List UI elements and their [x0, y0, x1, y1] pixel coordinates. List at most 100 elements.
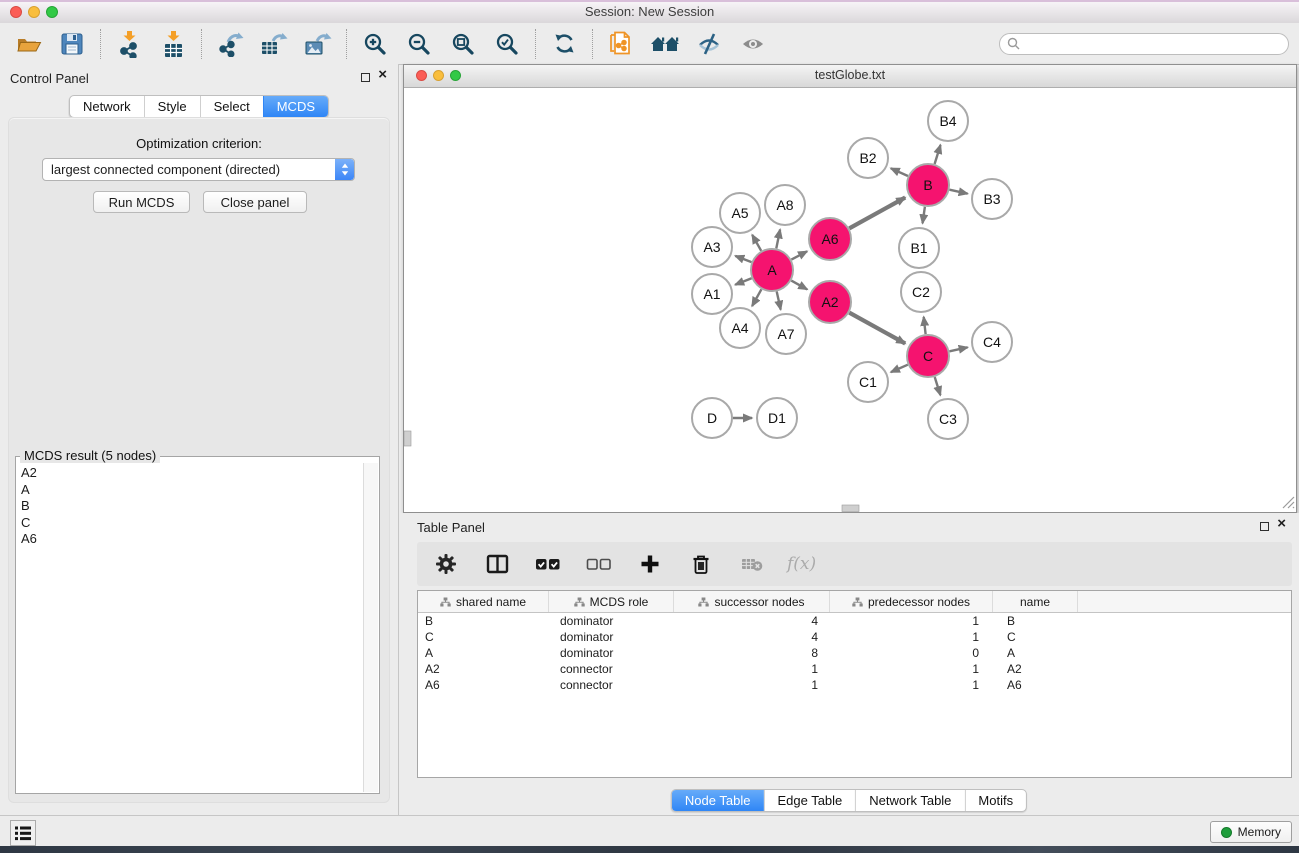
tab-network-table[interactable]: Network Table — [855, 790, 964, 811]
tab-style[interactable]: Style — [144, 96, 200, 117]
close-panel-icon[interactable]: × — [378, 67, 387, 83]
edge-A-to-A7[interactable] — [777, 292, 781, 310]
edge-A2-to-C[interactable] — [849, 313, 905, 344]
table-row[interactable]: A6connector11A6 — [418, 677, 1291, 693]
zoom-fit-button[interactable] — [447, 28, 479, 60]
horizontal-scrollbar-thumb[interactable] — [842, 505, 859, 512]
close-table-panel-icon[interactable]: × — [1277, 516, 1286, 532]
tab-select[interactable]: Select — [200, 96, 263, 117]
edge-A-to-A3[interactable] — [735, 256, 751, 262]
hide-selected-button[interactable] — [693, 28, 725, 60]
show-all-button[interactable] — [737, 28, 769, 60]
edge-A6-to-B[interactable] — [849, 198, 905, 229]
mcds-result-item[interactable]: A2 — [18, 465, 361, 482]
table-row[interactable]: A2connector11A2 — [418, 661, 1291, 677]
table-cell: dominator — [549, 646, 674, 660]
table-cell: 8 — [674, 646, 830, 660]
mcds-result-item[interactable]: B — [18, 498, 361, 515]
table-cell: 1 — [830, 614, 993, 628]
zoom-out-button[interactable] — [403, 28, 435, 60]
float-panel-icon[interactable] — [361, 73, 370, 82]
column-header-predecessor-nodes[interactable]: predecessor nodes — [830, 591, 993, 612]
zoom-selected-button[interactable] — [491, 28, 523, 60]
tab-mcds[interactable]: MCDS — [263, 96, 328, 117]
maximize-window-button[interactable] — [46, 6, 58, 18]
memory-button[interactable]: Memory — [1210, 821, 1292, 843]
edge-A-to-A4[interactable] — [752, 289, 761, 306]
save-session-button[interactable] — [56, 28, 88, 60]
new-network-from-selection-button[interactable] — [605, 28, 637, 60]
edge-B-to-B1[interactable] — [923, 207, 925, 224]
close-window-button[interactable] — [10, 6, 22, 18]
delete-row-button[interactable] — [685, 548, 717, 580]
search-input[interactable] — [1024, 36, 1281, 52]
tab-node-table[interactable]: Node Table — [672, 790, 764, 811]
table-row[interactable]: Bdominator41B — [418, 613, 1291, 629]
window-titlebar: Session: New Session — [0, 0, 1299, 25]
table-cell: connector — [549, 678, 674, 692]
import-table-button[interactable] — [157, 28, 189, 60]
edge-C-to-C2[interactable] — [924, 317, 926, 334]
zoom-in-button[interactable] — [359, 28, 391, 60]
import-network-button[interactable] — [113, 28, 145, 60]
result-scrollbar[interactable] — [363, 463, 378, 792]
node-label-B4: B4 — [939, 113, 956, 129]
column-header-shared-name[interactable]: shared name — [418, 591, 549, 612]
deselect-all-button[interactable] — [583, 548, 615, 580]
column-header-name[interactable]: name — [993, 591, 1078, 612]
task-history-button[interactable] — [10, 820, 36, 846]
mcds-result-item[interactable]: A — [18, 482, 361, 499]
search-icon — [1007, 37, 1020, 50]
edge-B-to-B4[interactable] — [935, 145, 941, 164]
column-header-mcds-role[interactable]: MCDS role — [549, 591, 674, 612]
select-all-button[interactable] — [532, 548, 564, 580]
export-network-button[interactable] — [214, 28, 246, 60]
minimize-window-button[interactable] — [28, 6, 40, 18]
run-mcds-button[interactable]: Run MCDS — [93, 191, 190, 213]
float-table-panel-icon[interactable] — [1260, 522, 1269, 531]
tab-motifs[interactable]: Motifs — [964, 790, 1026, 811]
table-settings-button[interactable] — [430, 548, 462, 580]
edge-A-to-A1[interactable] — [735, 278, 751, 285]
first-neighbors-button[interactable] — [649, 28, 681, 60]
maximize-network-button[interactable] — [450, 70, 461, 81]
resize-grip-icon[interactable] — [1283, 497, 1294, 508]
node-table: shared nameMCDS rolesuccessor nodesprede… — [417, 590, 1292, 778]
column-header-successor-nodes[interactable]: successor nodes — [674, 591, 830, 612]
delete-table-button[interactable] — [736, 548, 768, 580]
columns-icon — [486, 553, 509, 575]
edge-A-to-A2[interactable] — [791, 281, 807, 290]
export-table-button[interactable] — [258, 28, 290, 60]
edge-B-to-B2[interactable] — [891, 168, 908, 176]
table-row[interactable]: Cdominator41C — [418, 629, 1291, 645]
node-label-A1: A1 — [703, 286, 720, 302]
close-network-button[interactable] — [416, 70, 427, 81]
mcds-result-item[interactable]: A6 — [18, 531, 361, 548]
application-window: Session: New Session — [0, 0, 1299, 853]
edge-C-to-C3[interactable] — [935, 377, 941, 395]
edge-A-to-A6[interactable] — [791, 251, 807, 259]
search-field[interactable] — [999, 33, 1289, 55]
edge-C-to-C4[interactable] — [950, 347, 968, 351]
open-session-button[interactable] — [12, 28, 44, 60]
tab-network[interactable]: Network — [70, 96, 144, 117]
close-panel-button[interactable]: Close panel — [203, 191, 307, 213]
criterion-dropdown[interactable]: largest connected component (directed) — [42, 158, 355, 181]
table-row[interactable]: Adominator80A — [418, 645, 1291, 661]
node-label-B2: B2 — [859, 150, 876, 166]
tab-edge-table[interactable]: Edge Table — [763, 790, 855, 811]
edge-A-to-A5[interactable] — [752, 235, 761, 251]
network-canvas[interactable]: B4B2BB3A8A5A6A3B1AA1C2A2A4A7C4CC1DD1C3 — [404, 88, 1296, 512]
mcds-result-item[interactable]: C — [18, 515, 361, 532]
edge-B-to-B3[interactable] — [950, 190, 968, 194]
vertical-scrollbar-thumb[interactable] — [404, 431, 411, 446]
zoom-selected-icon — [495, 32, 519, 56]
export-image-button[interactable] — [302, 28, 334, 60]
refresh-button[interactable] — [548, 28, 580, 60]
minimize-network-button[interactable] — [433, 70, 444, 81]
function-builder-button[interactable]: f(x) — [787, 554, 816, 574]
show-columns-button[interactable] — [481, 548, 513, 580]
add-row-button[interactable] — [634, 548, 666, 580]
edge-A-to-A8[interactable] — [776, 230, 780, 249]
edge-C-to-C1[interactable] — [891, 365, 908, 372]
